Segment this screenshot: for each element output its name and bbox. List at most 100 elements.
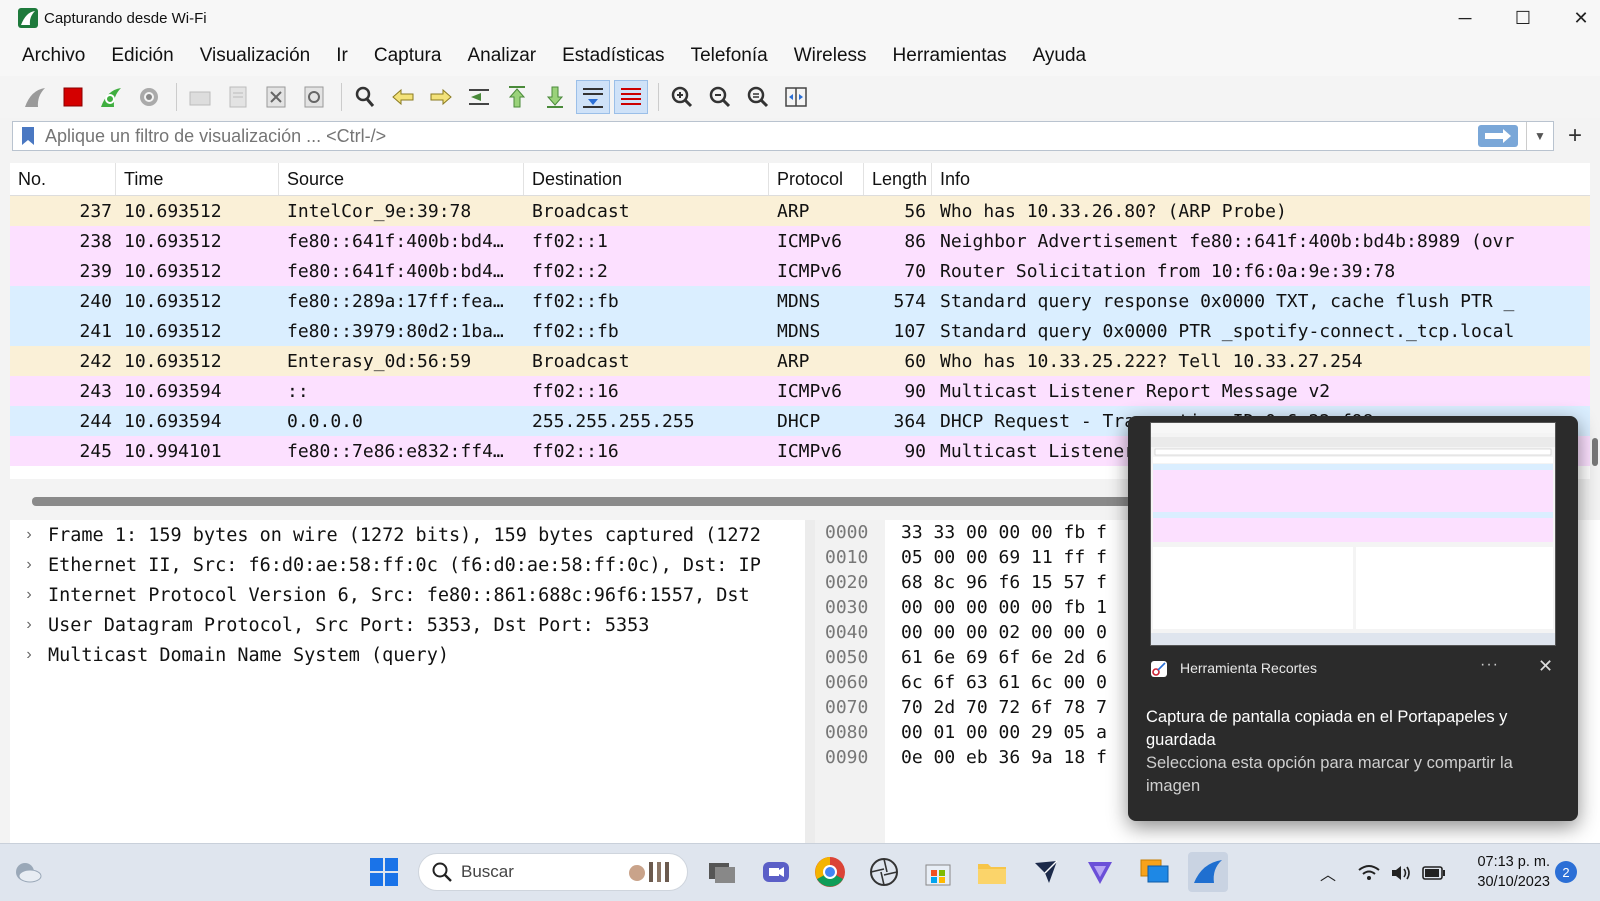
notification-count-badge[interactable]: 2 xyxy=(1555,861,1577,883)
gear-icon xyxy=(140,88,158,106)
menu-estadisticas[interactable]: Estadísticas xyxy=(549,45,677,67)
byte-offset: 0080 xyxy=(825,722,869,743)
close-file-button[interactable] xyxy=(259,80,293,114)
resize-columns-button[interactable] xyxy=(779,80,813,114)
close-icon[interactable]: ✕ xyxy=(1538,656,1553,677)
menu-wireless[interactable]: Wireless xyxy=(781,45,880,67)
menu-herramientas[interactable]: Herramientas xyxy=(880,45,1020,67)
column-header-no[interactable]: No. xyxy=(10,163,116,195)
remote-desktop-button[interactable] xyxy=(1134,852,1174,892)
chevron-right-icon[interactable]: › xyxy=(10,616,48,634)
capture-options-button[interactable] xyxy=(132,80,166,114)
packet-row[interactable]: 237 10.693512 IntelCor_9e:39:78 Broadcas… xyxy=(10,196,1590,226)
colorize-button[interactable] xyxy=(614,80,648,114)
go-to-packet-button[interactable] xyxy=(462,80,496,114)
restart-capture-button[interactable] xyxy=(94,80,128,114)
task-view-button[interactable] xyxy=(702,852,742,892)
detail-frame[interactable]: › Frame 1: 159 bytes on wire (1272 bits)… xyxy=(10,520,805,550)
menu-captura[interactable]: Captura xyxy=(361,45,455,67)
zoom-reset-icon xyxy=(747,86,769,108)
menu-analizar[interactable]: Analizar xyxy=(454,45,549,67)
cell-time: 10.693512 xyxy=(124,230,222,252)
auto-scroll-button[interactable] xyxy=(576,80,610,114)
start-capture-button[interactable] xyxy=(18,80,52,114)
zoom-out-button[interactable] xyxy=(703,80,737,114)
aperture-app-button[interactable] xyxy=(864,852,904,892)
bookmark-icon[interactable] xyxy=(21,126,35,146)
packet-row[interactable]: 238 10.693512 fe80::641f:400b:bd4… ff02:… xyxy=(10,226,1590,256)
apply-filter-button[interactable] xyxy=(1478,125,1518,147)
menu-ayuda[interactable]: Ayuda xyxy=(1020,45,1100,67)
taskbar-search-box[interactable]: Buscar xyxy=(418,853,688,891)
reload-file-button[interactable] xyxy=(297,80,331,114)
cell-time: 10.693594 xyxy=(124,410,222,432)
byte-offset: 0070 xyxy=(825,697,869,718)
volume-icon[interactable] xyxy=(1390,864,1412,882)
snipping-tool-notification[interactable]: Herramienta Recortes ··· ✕ Captura de pa… xyxy=(1128,416,1578,821)
detail-ethernet[interactable]: › Ethernet II, Src: f6:d0:ae:58:ff:0c (f… xyxy=(10,550,805,580)
microsoft-store-button[interactable] xyxy=(918,852,958,892)
chevron-right-icon[interactable]: › xyxy=(10,586,48,604)
first-packet-button[interactable] xyxy=(500,80,534,114)
teams-chat-button[interactable] xyxy=(756,852,796,892)
chevron-right-icon[interactable]: › xyxy=(10,556,48,574)
packet-row[interactable]: 243 10.693594 :: ff02::16 ICMPv6 90 Mult… xyxy=(10,376,1590,406)
go-forward-button[interactable] xyxy=(424,80,458,114)
close-button[interactable]: ✕ xyxy=(1552,0,1600,36)
menu-visualizacion[interactable]: Visualización xyxy=(187,45,324,67)
filter-history-dropdown[interactable]: ▼ xyxy=(1526,122,1553,150)
scrollbar-thumb[interactable] xyxy=(32,497,1162,506)
arrow-left-icon xyxy=(392,88,414,106)
show-hidden-icons-chevron-up-icon[interactable]: ︿ xyxy=(1320,861,1336,885)
stop-capture-button[interactable] xyxy=(56,80,90,114)
go-back-button[interactable] xyxy=(386,80,420,114)
column-header-destination[interactable]: Destination xyxy=(524,163,769,195)
find-packet-button[interactable] xyxy=(348,80,382,114)
display-filter-input[interactable] xyxy=(43,124,1478,148)
cell-source: Enterasy_0d:56:59 xyxy=(287,350,472,372)
column-header-info[interactable]: Info xyxy=(932,163,1590,195)
packet-row[interactable]: 241 10.693512 fe80::3979:80d2:1ba… ff02:… xyxy=(10,316,1590,346)
pane-splitter[interactable] xyxy=(805,520,815,845)
packet-row[interactable]: 239 10.693512 fe80::641f:400b:bd4… ff02:… xyxy=(10,256,1590,286)
minimize-button[interactable]: ─ xyxy=(1436,0,1494,36)
more-options-icon[interactable]: ··· xyxy=(1480,656,1499,674)
packet-row[interactable]: 240 10.693512 fe80::289a:17ff:fea… ff02:… xyxy=(10,286,1590,316)
menu-telefonia[interactable]: Telefonía xyxy=(678,45,781,67)
widgets-button[interactable] xyxy=(8,852,48,892)
menu-ir[interactable]: Ir xyxy=(323,45,361,67)
taskbar-clock[interactable]: 07:13 p. m. 30/10/2023 xyxy=(1460,852,1550,892)
detail-ipv6[interactable]: › Internet Protocol Version 6, Src: fe80… xyxy=(10,580,805,610)
packet-row[interactable]: 242 10.693512 Enterasy_0d:56:59 Broadcas… xyxy=(10,346,1590,376)
start-button[interactable] xyxy=(364,852,404,892)
column-header-protocol[interactable]: Protocol xyxy=(769,163,864,195)
pinned-app-button[interactable] xyxy=(1026,852,1066,892)
vpn-app-button[interactable] xyxy=(1080,852,1120,892)
chrome-taskbar-button[interactable] xyxy=(810,852,850,892)
battery-icon[interactable] xyxy=(1422,865,1446,880)
menu-edicion[interactable]: Edición xyxy=(98,45,186,67)
wireshark-taskbar-button[interactable] xyxy=(1188,852,1228,892)
column-header-source[interactable]: Source xyxy=(279,163,524,195)
menu-archivo[interactable]: Archivo xyxy=(0,45,98,67)
screenshot-preview-thumbnail[interactable] xyxy=(1150,422,1556,646)
chevron-right-icon[interactable]: › xyxy=(10,526,48,544)
maximize-button[interactable]: ☐ xyxy=(1494,0,1552,36)
open-file-button[interactable] xyxy=(183,80,217,114)
windows-logo-icon xyxy=(370,858,398,886)
add-filter-button[interactable]: + xyxy=(1560,121,1590,151)
last-packet-button[interactable] xyxy=(538,80,572,114)
file-explorer-button[interactable] xyxy=(972,852,1012,892)
cell-info: Who has 10.33.25.222? Tell 10.33.27.254 xyxy=(940,350,1363,372)
chevron-right-icon[interactable]: › xyxy=(10,646,48,664)
column-header-time[interactable]: Time xyxy=(116,163,279,195)
column-header-length[interactable]: Length xyxy=(864,163,932,195)
save-file-button[interactable] xyxy=(221,80,255,114)
packet-list-vertical-scrollbar[interactable] xyxy=(1592,438,1598,466)
wifi-icon[interactable] xyxy=(1358,864,1380,882)
detail-mdns[interactable]: › Multicast Domain Name System (query) xyxy=(10,640,805,670)
reload-icon xyxy=(304,86,324,108)
detail-udp[interactable]: › User Datagram Protocol, Src Port: 5353… xyxy=(10,610,805,640)
normal-size-button[interactable] xyxy=(741,80,775,114)
zoom-in-button[interactable] xyxy=(665,80,699,114)
